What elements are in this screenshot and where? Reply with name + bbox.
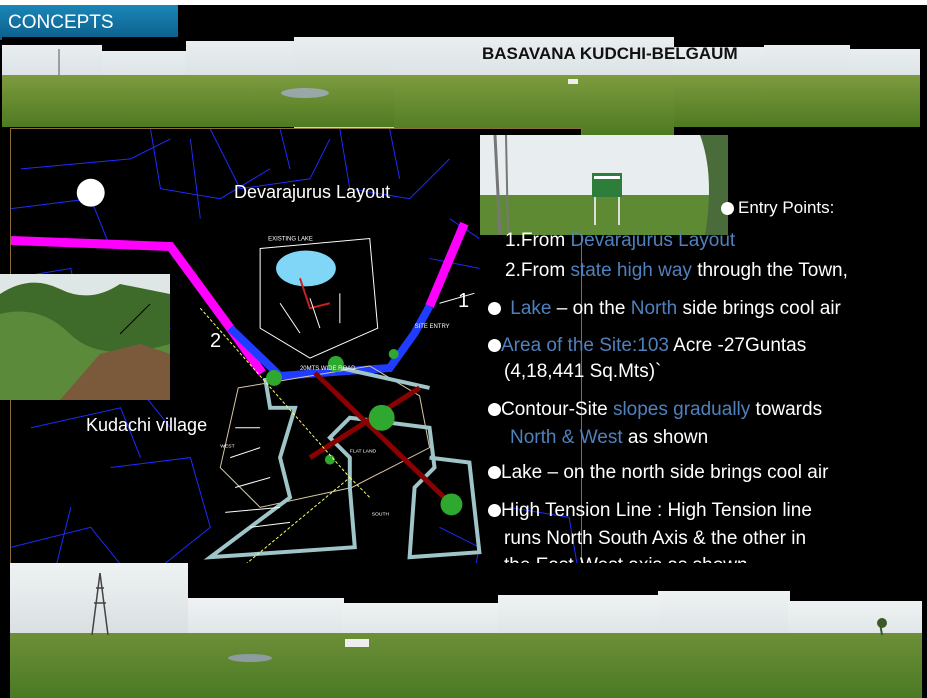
panorama-photo-bottom xyxy=(10,563,922,698)
stream-photo xyxy=(0,274,170,400)
entry-point-2: 2.From state high way through the Town, xyxy=(505,260,848,281)
map-flat-label: FLAT LAND xyxy=(350,449,377,455)
section-label: CONCEPTS xyxy=(0,5,178,40)
bullet-dot xyxy=(488,339,501,353)
bullet-dot xyxy=(721,202,734,216)
map-south-label: SOUTH xyxy=(372,511,390,517)
panorama-photo-top xyxy=(2,37,920,135)
bullet-dot xyxy=(488,302,501,316)
bullet-dot xyxy=(488,403,501,417)
lake-north-point: Lake – on the north side brings cool air xyxy=(488,459,828,487)
area-sqmts: (4,18,441 Sq.Mts)` xyxy=(504,361,662,382)
high-tension-point: High Tension Line : High Tension line xyxy=(488,497,812,525)
map-lake-label: EXISTING LAKE xyxy=(268,237,313,243)
entry-marker-2: 2 xyxy=(210,330,222,352)
entry-points-title: Entry Points: xyxy=(721,194,834,222)
page-title: BASAVANA KUDCHI-BELGAUM xyxy=(482,44,738,63)
lake-point: Lake – on the North side brings cool air xyxy=(488,295,841,323)
bullet-dot xyxy=(488,466,501,480)
map-label-layout: Devarajurus Layout xyxy=(234,182,391,202)
bullet-dot xyxy=(488,504,501,518)
map-road-label: 20MTS WIDE ROAD xyxy=(300,366,356,372)
contour-point-line2: North & West as shown xyxy=(510,427,709,448)
area-point: Area of the Site:103 Acre -27Guntas xyxy=(488,332,806,360)
high-tension-line2: runs North South Axis & the other in xyxy=(504,528,807,549)
map-west-label: WEST xyxy=(220,444,234,450)
entry-marker-1: 1 xyxy=(458,290,470,312)
entry-point-1: 1.From Devarajurus Layout xyxy=(505,230,736,251)
site-entry-photo xyxy=(480,135,728,235)
map-site-entry-label: SITE ENTRY xyxy=(415,324,450,330)
map-label-village: Kudachi village xyxy=(86,415,208,435)
contour-point: Contour-Site slopes gradually towards xyxy=(488,396,822,424)
